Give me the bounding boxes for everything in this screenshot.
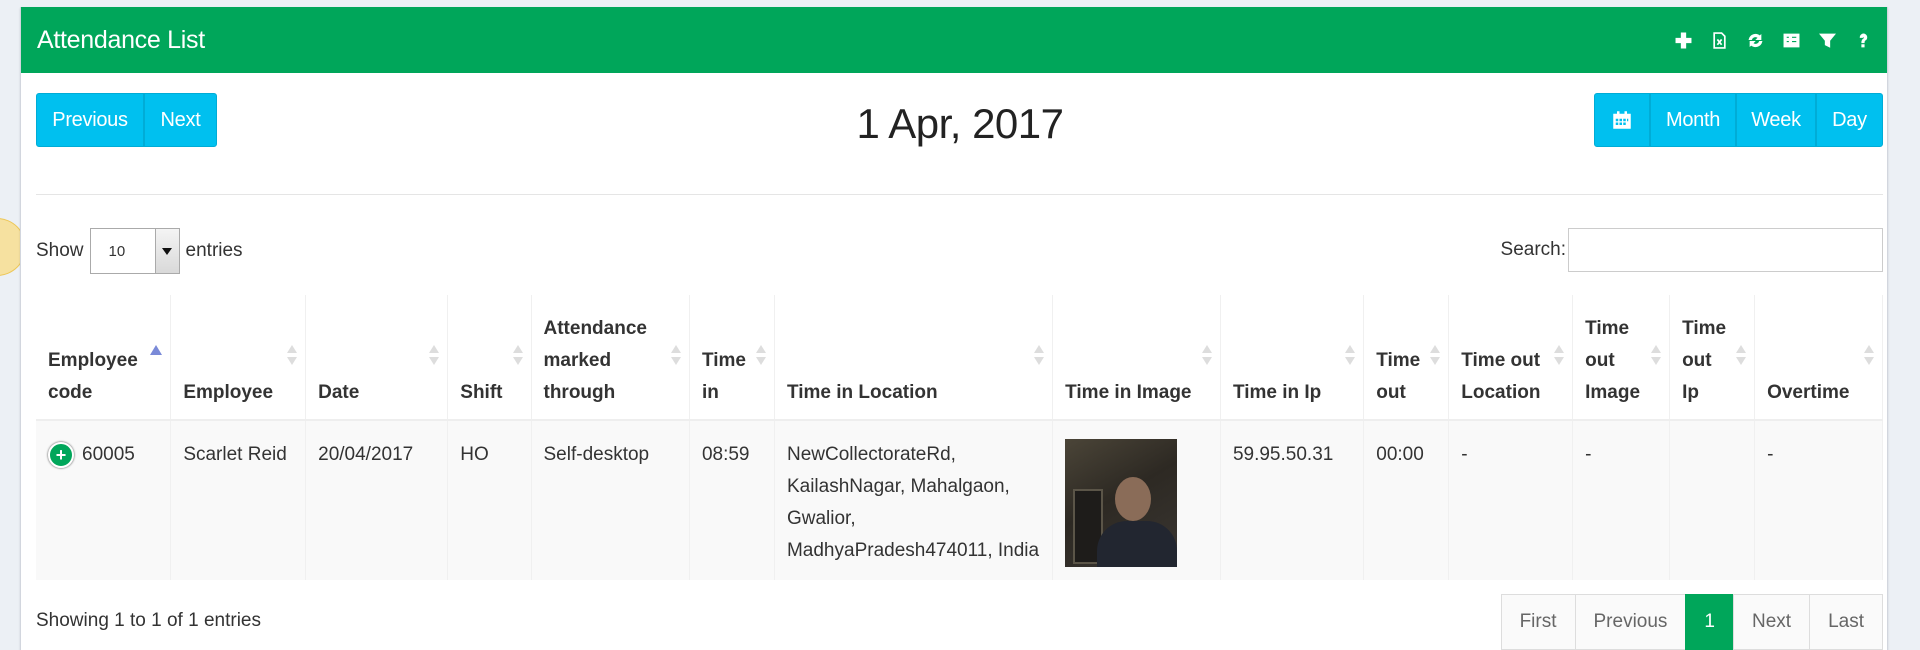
page-next-button[interactable]: Next: [1733, 594, 1811, 650]
sort-icon: [755, 345, 766, 371]
cell-marked-through: Self-desktop: [531, 420, 690, 580]
filter-icon[interactable]: [1817, 30, 1837, 50]
week-view-button[interactable]: Week: [1736, 93, 1816, 147]
entries-label: entries: [185, 240, 243, 261]
sort-icon: [1736, 345, 1747, 371]
search-label: Search:: [1500, 239, 1566, 260]
table-info: Showing 1 to 1 of 1 entries: [36, 610, 261, 631]
divider: [36, 194, 1883, 195]
cell-time-in-ip: 59.95.50.31: [1220, 420, 1365, 580]
calendar-button[interactable]: [1594, 93, 1650, 147]
sort-icon: [1430, 345, 1441, 371]
cell-time-out-image: -: [1572, 420, 1671, 580]
export-excel-icon[interactable]: [1709, 30, 1729, 50]
sort-icon: [1864, 345, 1874, 371]
cell-time-in-image: [1052, 420, 1221, 580]
column-overtime[interactable]: Overtime: [1754, 295, 1883, 421]
cell-employee: Scarlet Reid: [170, 420, 307, 580]
cell-employee-code: + 60005: [36, 420, 172, 580]
table-search: Search:: [1501, 228, 1883, 272]
cell-time-in: 08:59: [689, 420, 775, 580]
cell-time-out-ip: [1669, 420, 1756, 580]
add-icon[interactable]: [1673, 30, 1693, 50]
column-time-in-image[interactable]: Time in Image: [1052, 295, 1221, 421]
cell-overtime: -: [1754, 420, 1883, 580]
column-time-in-ip[interactable]: Time in Ip: [1220, 295, 1365, 421]
view-switcher: Month Week Day: [1594, 93, 1883, 147]
entries-length: Show 10 entries: [36, 228, 243, 274]
chevron-down-icon: [154, 229, 179, 273]
page-title: Attendance List: [37, 25, 205, 54]
column-employee-code[interactable]: Employee code: [36, 295, 172, 421]
toolbar: [1673, 30, 1873, 50]
column-time-in[interactable]: Time in: [689, 295, 775, 421]
sort-icon: [1034, 345, 1045, 371]
refresh-icon[interactable]: [1745, 30, 1765, 50]
column-marked-through[interactable]: Attendance marked through: [531, 295, 690, 421]
column-time-out-ip[interactable]: Time out Ip: [1669, 295, 1756, 421]
page-last-button[interactable]: Last: [1809, 594, 1883, 650]
table-header-row: Employee code Employee Date Shift Attend…: [36, 295, 1883, 421]
column-time-out[interactable]: Time out: [1363, 295, 1450, 421]
sort-icon: [1651, 345, 1662, 371]
column-time-out-image[interactable]: Time out Image: [1572, 295, 1671, 421]
expand-row-icon[interactable]: +: [48, 442, 74, 468]
cell-time-out: 00:00: [1363, 420, 1450, 580]
cell-time-in-location: NewCollectorateRd, KailashNagar, Mahalga…: [774, 420, 1054, 580]
calendar-icon: [1613, 111, 1631, 129]
month-view-button[interactable]: Month: [1650, 93, 1736, 147]
column-employee[interactable]: Employee: [170, 295, 307, 421]
attendance-table: Employee code Employee Date Shift Attend…: [36, 295, 1883, 580]
column-date[interactable]: Date: [305, 295, 449, 421]
sort-icon: [1201, 345, 1212, 371]
panel-header: Attendance List: [21, 7, 1887, 73]
cell-date: 20/04/2017: [305, 420, 449, 580]
sort-icon: [287, 345, 298, 371]
column-time-out-location[interactable]: Time out Location: [1448, 295, 1574, 421]
search-input[interactable]: [1568, 228, 1883, 272]
sort-icon: [512, 345, 523, 371]
sort-icon: [429, 345, 440, 371]
entries-select[interactable]: 10: [89, 228, 180, 274]
help-icon[interactable]: [1853, 30, 1873, 50]
entries-select-value: 10: [108, 242, 126, 260]
cell-shift: HO: [447, 420, 532, 580]
page-previous-button[interactable]: Previous: [1574, 594, 1687, 650]
show-label: Show: [36, 240, 84, 261]
day-view-button[interactable]: Day: [1816, 93, 1883, 147]
pagination: First Previous 1 Next Last: [1500, 594, 1883, 650]
sort-icon: [670, 345, 681, 371]
sort-asc-icon: [150, 345, 163, 355]
column-shift[interactable]: Shift: [447, 295, 532, 421]
sort-icon: [1554, 345, 1565, 371]
employee-photo[interactable]: [1065, 439, 1178, 567]
page-first-button[interactable]: First: [1500, 594, 1576, 650]
sort-icon: [1345, 345, 1356, 371]
page-current-button[interactable]: 1: [1685, 594, 1734, 650]
columns-icon[interactable]: [1781, 30, 1801, 50]
cell-time-out-location: -: [1448, 420, 1574, 580]
column-time-in-location[interactable]: Time in Location: [774, 295, 1054, 421]
table-row: + 60005 Scarlet Reid 20/04/2017 HO Self-…: [36, 420, 1883, 580]
